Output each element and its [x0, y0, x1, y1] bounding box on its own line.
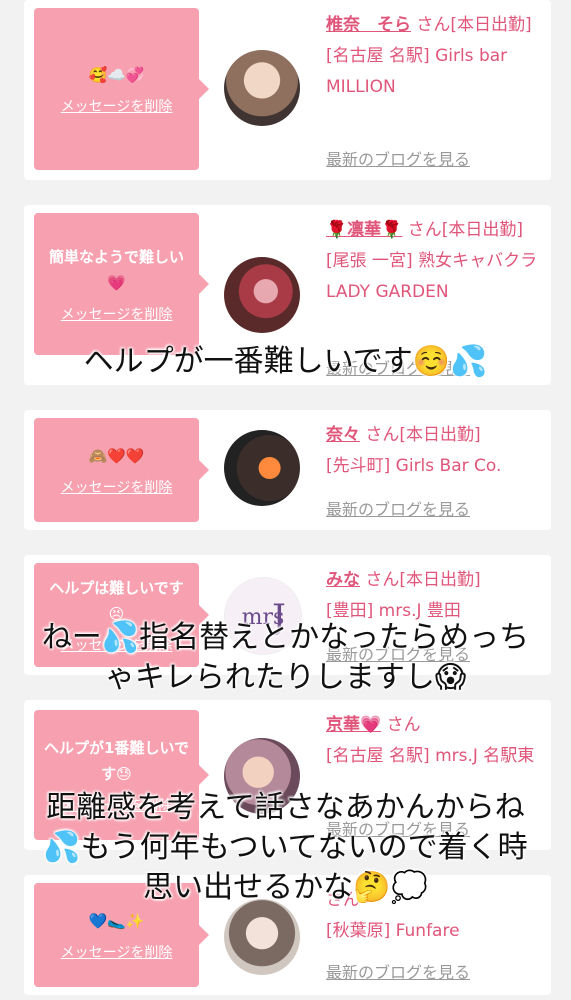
cast-status: さん: [386, 715, 421, 735]
delete-message-link[interactable]: メッセージを削除: [61, 96, 173, 116]
avatar[interactable]: [224, 50, 300, 126]
cast-status: さん[本日出勤]: [407, 220, 524, 240]
shop-name: [名古屋 名駅] Girls bar MILLION: [326, 46, 508, 97]
cast-name-link[interactable]: 椎奈 そら: [326, 15, 411, 35]
message-bubble: 🙈❤️❤️ メッセージを削除: [34, 418, 209, 522]
shop-name: [尾張 一宮] 熟女キャバクラ LADY GARDEN: [326, 251, 538, 302]
avatar[interactable]: [224, 430, 300, 506]
message-text: 🥰☁️💞: [88, 66, 145, 84]
delete-message-link[interactable]: メッセージを削除: [61, 477, 173, 497]
overlay-caption: 距離感を考えて話さなあかんからね 💦もう何年もついてないので着く時 思い出せるか…: [43, 790, 528, 905]
cast-name-link[interactable]: 🌹凛華🌹: [326, 220, 402, 240]
message-bubble: 簡単なようで難しい💗 メッセージを削除: [34, 213, 209, 355]
delete-message-link[interactable]: メッセージを削除: [61, 942, 173, 962]
notification-card: 🙈❤️❤️ メッセージを削除 奈々 さん[本日出勤] [先斗町] Girls B…: [24, 410, 551, 530]
overlay-caption: ヘルプが一番難しいです☺️💦: [83, 344, 488, 379]
cast-status: さん[本日出勤]: [365, 425, 481, 445]
message-text: 💙🥿✨: [88, 912, 145, 930]
overlay-caption: ねー💦指名替えとかなったらめっち ゃキレられたりしますし😱: [41, 620, 530, 695]
message-text: 簡単なようで難しい💗: [48, 248, 184, 292]
shop-name: [秋葉原] Funfare: [326, 921, 460, 941]
shop-name: [名古屋 名駅] mrs.J 名駅東: [326, 746, 535, 766]
cast-status: さん[本日出勤]: [365, 570, 481, 590]
cast-name-link[interactable]: 奈々: [326, 425, 360, 445]
message-text: 🙈❤️❤️: [88, 447, 145, 465]
message-bubble: 🥰☁️💞 メッセージを削除: [34, 8, 209, 170]
cast-status: さん[本日出勤]: [416, 15, 532, 35]
avatar[interactable]: [224, 257, 300, 333]
blog-link[interactable]: 最新のブログを見る: [326, 146, 470, 170]
notification-card: 🥰☁️💞 メッセージを削除 椎奈 そら さん[本日出勤] [名古屋 名駅] Gi…: [24, 0, 551, 180]
cast-name-link[interactable]: 京華💗: [326, 715, 381, 735]
message-text: ヘルプが1番難しいです😓: [44, 739, 189, 783]
cast-name-link[interactable]: みな: [326, 570, 360, 590]
shop-name: [先斗町] Girls Bar Co.: [326, 456, 502, 476]
delete-message-link[interactable]: メッセージを削除: [61, 304, 173, 324]
blog-link[interactable]: 最新のブログを見る: [326, 496, 470, 520]
avatar[interactable]: [224, 899, 300, 975]
blog-link[interactable]: 最新のブログを見る: [326, 959, 470, 983]
